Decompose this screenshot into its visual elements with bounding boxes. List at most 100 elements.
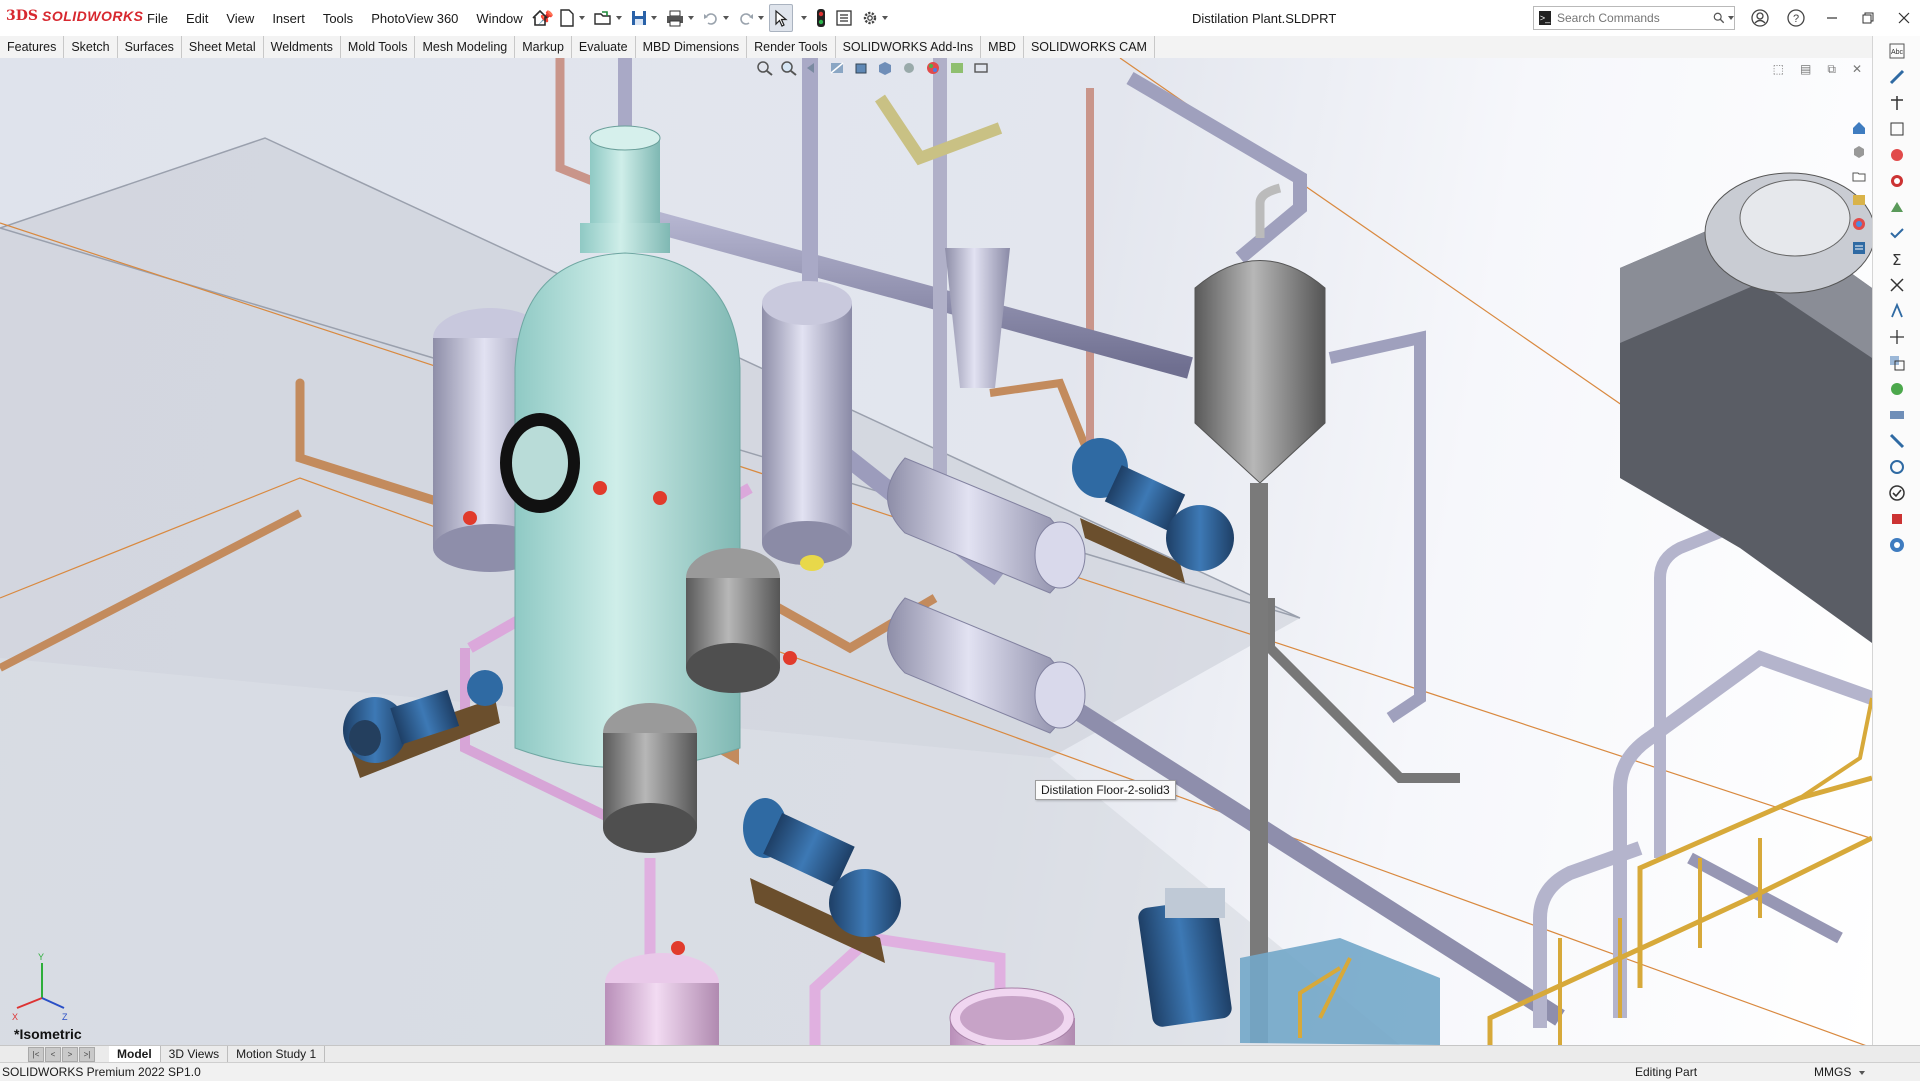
check-icon[interactable] [1886, 222, 1908, 244]
minimize-button[interactable] [1814, 0, 1850, 36]
menu-tools[interactable]: Tools [314, 11, 362, 26]
search-icon[interactable] [1713, 11, 1725, 25]
menu-insert[interactable]: Insert [263, 11, 314, 26]
tab-features[interactable]: Features [0, 36, 65, 58]
help-button[interactable]: ? [1778, 0, 1814, 36]
new-document-button[interactable] [555, 5, 588, 31]
menu-view[interactable]: View [217, 11, 263, 26]
parts-icon[interactable] [1849, 142, 1869, 162]
tab-weldments[interactable]: Weldments [264, 36, 341, 58]
verify-icon[interactable] [1886, 482, 1908, 504]
tab-motion-study[interactable]: Motion Study 1 [228, 1046, 326, 1063]
appearances-icon[interactable] [1849, 214, 1869, 234]
apply-scene-icon[interactable] [948, 60, 966, 76]
viewport-tile-icon[interactable]: ⬚ [1773, 62, 1784, 77]
custom-properties-icon[interactable] [1849, 238, 1869, 258]
convert-icon[interactable] [1886, 456, 1908, 478]
red-part-icon[interactable] [1886, 508, 1908, 530]
annotation-icon[interactable]: Abc [1886, 40, 1908, 62]
tab-render-tools[interactable]: Render Tools [747, 36, 836, 58]
tab-solidworks-add-ins[interactable]: SOLIDWORKS Add-Ins [836, 36, 982, 58]
compressor-unit[interactable] [1137, 888, 1233, 1028]
zoom-to-area-icon[interactable] [780, 60, 798, 76]
unit-system-dropdown[interactable] [1859, 1071, 1865, 1075]
sketch-icon[interactable] [1886, 118, 1908, 140]
options-button[interactable] [858, 5, 891, 31]
view-orientation-icon[interactable] [852, 60, 870, 76]
flatten-icon[interactable] [1886, 404, 1908, 426]
first-tab-button[interactable]: |< [28, 1047, 44, 1062]
file-properties-button[interactable] [832, 5, 856, 31]
tab-model[interactable]: Model [109, 1046, 161, 1063]
viewport-restore-icon[interactable]: ⧉ [1827, 62, 1836, 77]
viewport-close-icon[interactable]: ✕ [1852, 62, 1862, 77]
tab-markup[interactable]: Markup [515, 36, 572, 58]
search-commands[interactable]: >_ [1533, 6, 1735, 30]
measure-icon[interactable] [1886, 66, 1908, 88]
gray-vessel-low[interactable] [603, 703, 697, 853]
zoom-to-fit-icon[interactable] [756, 60, 774, 76]
view-settings-icon[interactable] [972, 60, 990, 76]
close-button[interactable] [1886, 0, 1920, 36]
appearance-icon[interactable] [1886, 170, 1908, 192]
previous-view-icon[interactable] [804, 60, 822, 76]
print-button[interactable] [662, 5, 697, 31]
file-explorer-icon[interactable] [1849, 190, 1869, 210]
folder-icon[interactable] [1849, 166, 1869, 186]
redo-button[interactable] [734, 5, 767, 31]
pink-tank-left[interactable] [605, 953, 719, 1045]
home-view-icon[interactable] [1849, 118, 1869, 138]
home-button[interactable] [527, 5, 553, 31]
save-button[interactable] [627, 5, 660, 31]
draft-analysis-icon[interactable] [1886, 300, 1908, 322]
graphics-area[interactable]: ⬚ ▤ ⧉ ✕ Distilation Floor-2-solid3 Y X Z… [0, 58, 1872, 1045]
pink-tank-right[interactable] [949, 987, 1075, 1045]
display-style-icon[interactable] [876, 60, 894, 76]
section-view-icon[interactable] [828, 60, 846, 76]
restore-button[interactable] [1850, 0, 1886, 36]
symmetry-icon[interactable] [1886, 274, 1908, 296]
globe-icon[interactable] [1886, 534, 1908, 556]
last-tab-button[interactable]: >| [79, 1047, 95, 1062]
hide-show-items-icon[interactable] [900, 60, 918, 76]
tab-surfaces[interactable]: Surfaces [118, 36, 182, 58]
solidworks-logo[interactable]: 3DS SOLIDWORKS [6, 8, 143, 24]
sum-icon[interactable]: Σ [1886, 248, 1908, 270]
prev-tab-button[interactable]: < [45, 1047, 61, 1062]
mass-properties-icon[interactable] [1886, 92, 1908, 114]
rebuild-button[interactable] [812, 5, 830, 31]
undo-button[interactable] [699, 5, 732, 31]
geometry-analysis-icon[interactable] [1886, 196, 1908, 218]
tab-sheet-metal[interactable]: Sheet Metal [182, 36, 264, 58]
plant-3d-model[interactable] [0, 58, 1872, 1045]
tab-mbd-dimensions[interactable]: MBD Dimensions [636, 36, 748, 58]
search-input[interactable] [1555, 10, 1699, 26]
open-button[interactable] [590, 5, 625, 31]
menu-window[interactable]: Window [467, 11, 531, 26]
undercut-icon[interactable] [1886, 326, 1908, 348]
gray-vessel-mid[interactable] [686, 548, 780, 693]
tab-mbd[interactable]: MBD [981, 36, 1024, 58]
menu-edit[interactable]: Edit [177, 11, 217, 26]
select-options-dropdown[interactable] [795, 5, 810, 31]
search-options-dropdown[interactable] [1728, 16, 1734, 20]
tab-mesh-modeling[interactable]: Mesh Modeling [415, 36, 516, 58]
select-button[interactable] [769, 4, 793, 32]
tab-mold-tools[interactable]: Mold Tools [341, 36, 416, 58]
compare-icon[interactable] [1886, 352, 1908, 374]
unit-system-label[interactable]: MMGS [1814, 1065, 1851, 1079]
menu-photoview[interactable]: PhotoView 360 [362, 11, 467, 26]
section-icon[interactable] [1886, 430, 1908, 452]
user-account-button[interactable] [1742, 0, 1778, 36]
viewport-split-icon[interactable]: ▤ [1800, 62, 1811, 77]
tab-evaluate[interactable]: Evaluate [572, 36, 636, 58]
sensor-icon[interactable] [1886, 144, 1908, 166]
next-tab-button[interactable]: > [62, 1047, 78, 1062]
restore-icon [1862, 12, 1874, 24]
edit-appearance-icon[interactable] [924, 60, 942, 76]
simulation-icon[interactable] [1886, 378, 1908, 400]
tab-sketch[interactable]: Sketch [64, 36, 118, 58]
tab-3d-views[interactable]: 3D Views [161, 1046, 229, 1063]
tab-solidworks-cam[interactable]: SOLIDWORKS CAM [1024, 36, 1155, 58]
menu-file[interactable]: File [138, 11, 177, 26]
